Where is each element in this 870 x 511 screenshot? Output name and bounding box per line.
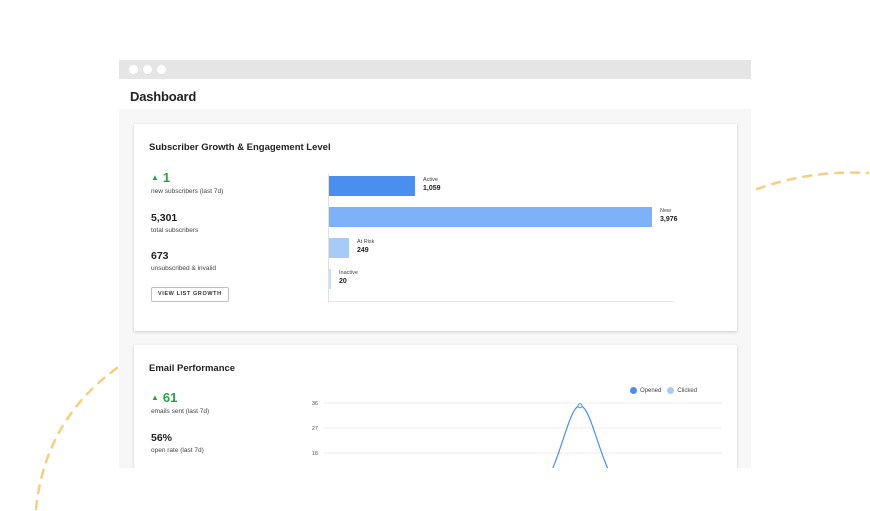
emails-sent-value: 61 — [162, 390, 178, 405]
window-dot-close[interactable] — [129, 65, 138, 74]
window-dot-maximize[interactable] — [157, 65, 166, 74]
new-subscribers-stat: ▲ 1 new subscribers (last 7d) — [151, 170, 223, 195]
unsubscribed-value: 673 — [151, 250, 169, 262]
y-tick-label: 18 — [312, 451, 318, 457]
y-tick-label: 27 — [312, 426, 318, 432]
bar-category-label: Inactive — [339, 270, 358, 276]
trend-up-icon: ▲ — [151, 173, 159, 182]
new-subscribers-label: new subscribers (last 7d) — [151, 188, 224, 195]
open-rate-label: open rate (last 7d) — [151, 447, 204, 454]
total-subscribers-value: 5,301 — [151, 212, 178, 224]
emails-sent-label: emails sent (last 7d) — [151, 408, 210, 415]
series-line-opened — [552, 405, 609, 468]
stage: Dashboard Subscriber Growth & Engagement… — [0, 0, 870, 511]
bar-category-label: At Risk — [357, 239, 375, 245]
emails-sent-stat: ▲ 61 emails sent (last 7d) — [151, 390, 209, 415]
growth-card-title: Subscriber Growth & Engagement Level — [149, 142, 331, 153]
data-point-peak[interactable] — [577, 403, 583, 409]
total-subscribers-stat: 5,301 total subscribers — [151, 212, 198, 234]
page-title: Dashboard — [130, 89, 197, 104]
window-titlebar — [119, 60, 751, 79]
email-performance-line-chart: 36 27 18 — [312, 401, 722, 468]
bar-at-risk — [329, 238, 349, 258]
bar-label-new: New 3,976 — [660, 208, 678, 223]
engagement-bar-chart: Active 1,059 New 3,976 At Risk 249 Inactive 20 — [328, 174, 678, 302]
bar-active — [329, 176, 415, 196]
email-card-title: Email Performance — [149, 363, 236, 374]
email-performance-card: Email Performance ▲ 61 emails sent (last … — [134, 345, 737, 468]
bar-label-active: Active 1,059 — [423, 177, 441, 192]
bar-label-at-risk: At Risk 249 — [357, 239, 374, 254]
bar-value-label: 3,976 — [660, 216, 678, 223]
app-window: Dashboard Subscriber Growth & Engagement… — [119, 60, 751, 468]
subscriber-growth-card: Subscriber Growth & Engagement Level ▲ 1 … — [134, 124, 737, 331]
view-list-growth-button[interactable]: VIEW LIST GROWTH — [151, 287, 229, 302]
page-header: Dashboard — [119, 79, 751, 109]
total-subscribers-label: total subscribers — [151, 227, 199, 234]
open-rate-stat: 56% open rate (last 7d) — [151, 432, 204, 454]
bar-value-label: 20 — [339, 278, 347, 285]
bar-category-label: Active — [423, 177, 438, 183]
y-tick-label: 36 — [312, 401, 318, 407]
window-dot-minimize[interactable] — [143, 65, 152, 74]
open-rate-value: 56% — [151, 432, 173, 444]
bar-inactive — [329, 269, 331, 289]
bar-label-inactive: Inactive 20 — [339, 270, 358, 285]
bar-value-label: 249 — [357, 247, 369, 254]
trend-up-icon: ▲ — [151, 393, 159, 402]
unsubscribed-stat: 673 unsubscribed & invalid — [151, 250, 216, 272]
bar-value-label: 1,059 — [423, 185, 441, 192]
unsubscribed-label: unsubscribed & invalid — [151, 265, 217, 272]
bar-new — [329, 207, 652, 227]
new-subscribers-value: 1 — [162, 170, 171, 185]
bar-category-label: New — [660, 208, 672, 214]
